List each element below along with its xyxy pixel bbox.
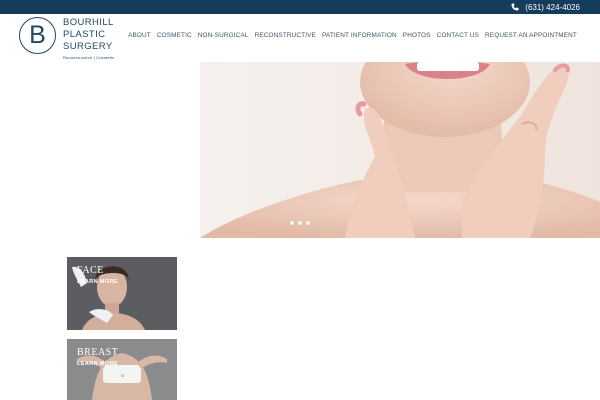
breast-learn-more-link[interactable]: LEARN MORE — [77, 361, 118, 367]
nav-request-appointment[interactable]: REQUEST AN APPOINTMENT — [485, 32, 577, 39]
phone-number: (631) 424-4026 — [525, 2, 580, 12]
phone-link[interactable]: (631) 424-4026 — [511, 1, 580, 13]
breast-card[interactable]: M BREAST LEARN MORE — [67, 339, 177, 400]
logo-tagline: Reconstructive | Cosmetic — [63, 55, 115, 60]
main-nav: ABOUT COSMETIC NON-SURGICAL RECONSTRUCTI… — [128, 32, 577, 39]
logo-line-2: PLASTIC — [63, 29, 106, 40]
nav-photos[interactable]: PHOTOS — [403, 32, 431, 39]
top-bar: (631) 424-4026 — [0, 0, 600, 14]
logo-letter: B — [29, 21, 46, 49]
logo-line-3: SURGERY — [63, 41, 113, 52]
slider-dot-2[interactable] — [298, 221, 302, 225]
garment-mark: M — [121, 373, 124, 378]
face-card-title: FACE — [77, 265, 104, 276]
nav-contact-us[interactable]: CONTACT US — [437, 32, 479, 39]
site-logo[interactable]: B BOURHILL PLASTIC SURGERY Reconstructiv… — [19, 17, 129, 61]
nav-reconstructive[interactable]: RECONSTRUCTIVE — [255, 32, 316, 39]
nav-patient-information[interactable]: PATIENT INFORMATION — [322, 32, 397, 39]
slider-dot-3[interactable] — [306, 221, 310, 225]
slider-dots — [290, 221, 310, 225]
hero-slider[interactable] — [200, 62, 600, 238]
breast-card-title: BREAST — [77, 347, 119, 358]
face-learn-more-link[interactable]: LEARN MORE — [77, 279, 118, 285]
phone-icon — [511, 3, 519, 11]
hero-image — [200, 62, 600, 238]
slider-dot-1[interactable] — [290, 221, 294, 225]
face-card[interactable]: FACE LEARN MORE — [67, 257, 177, 330]
nav-cosmetic[interactable]: COSMETIC — [157, 32, 192, 39]
nav-about[interactable]: ABOUT — [128, 32, 151, 39]
logo-wordmark: BOURHILL PLASTIC SURGERY — [63, 17, 114, 53]
logo-line-1: BOURHILL — [63, 17, 114, 28]
nav-non-surgical[interactable]: NON-SURGICAL — [198, 32, 249, 39]
